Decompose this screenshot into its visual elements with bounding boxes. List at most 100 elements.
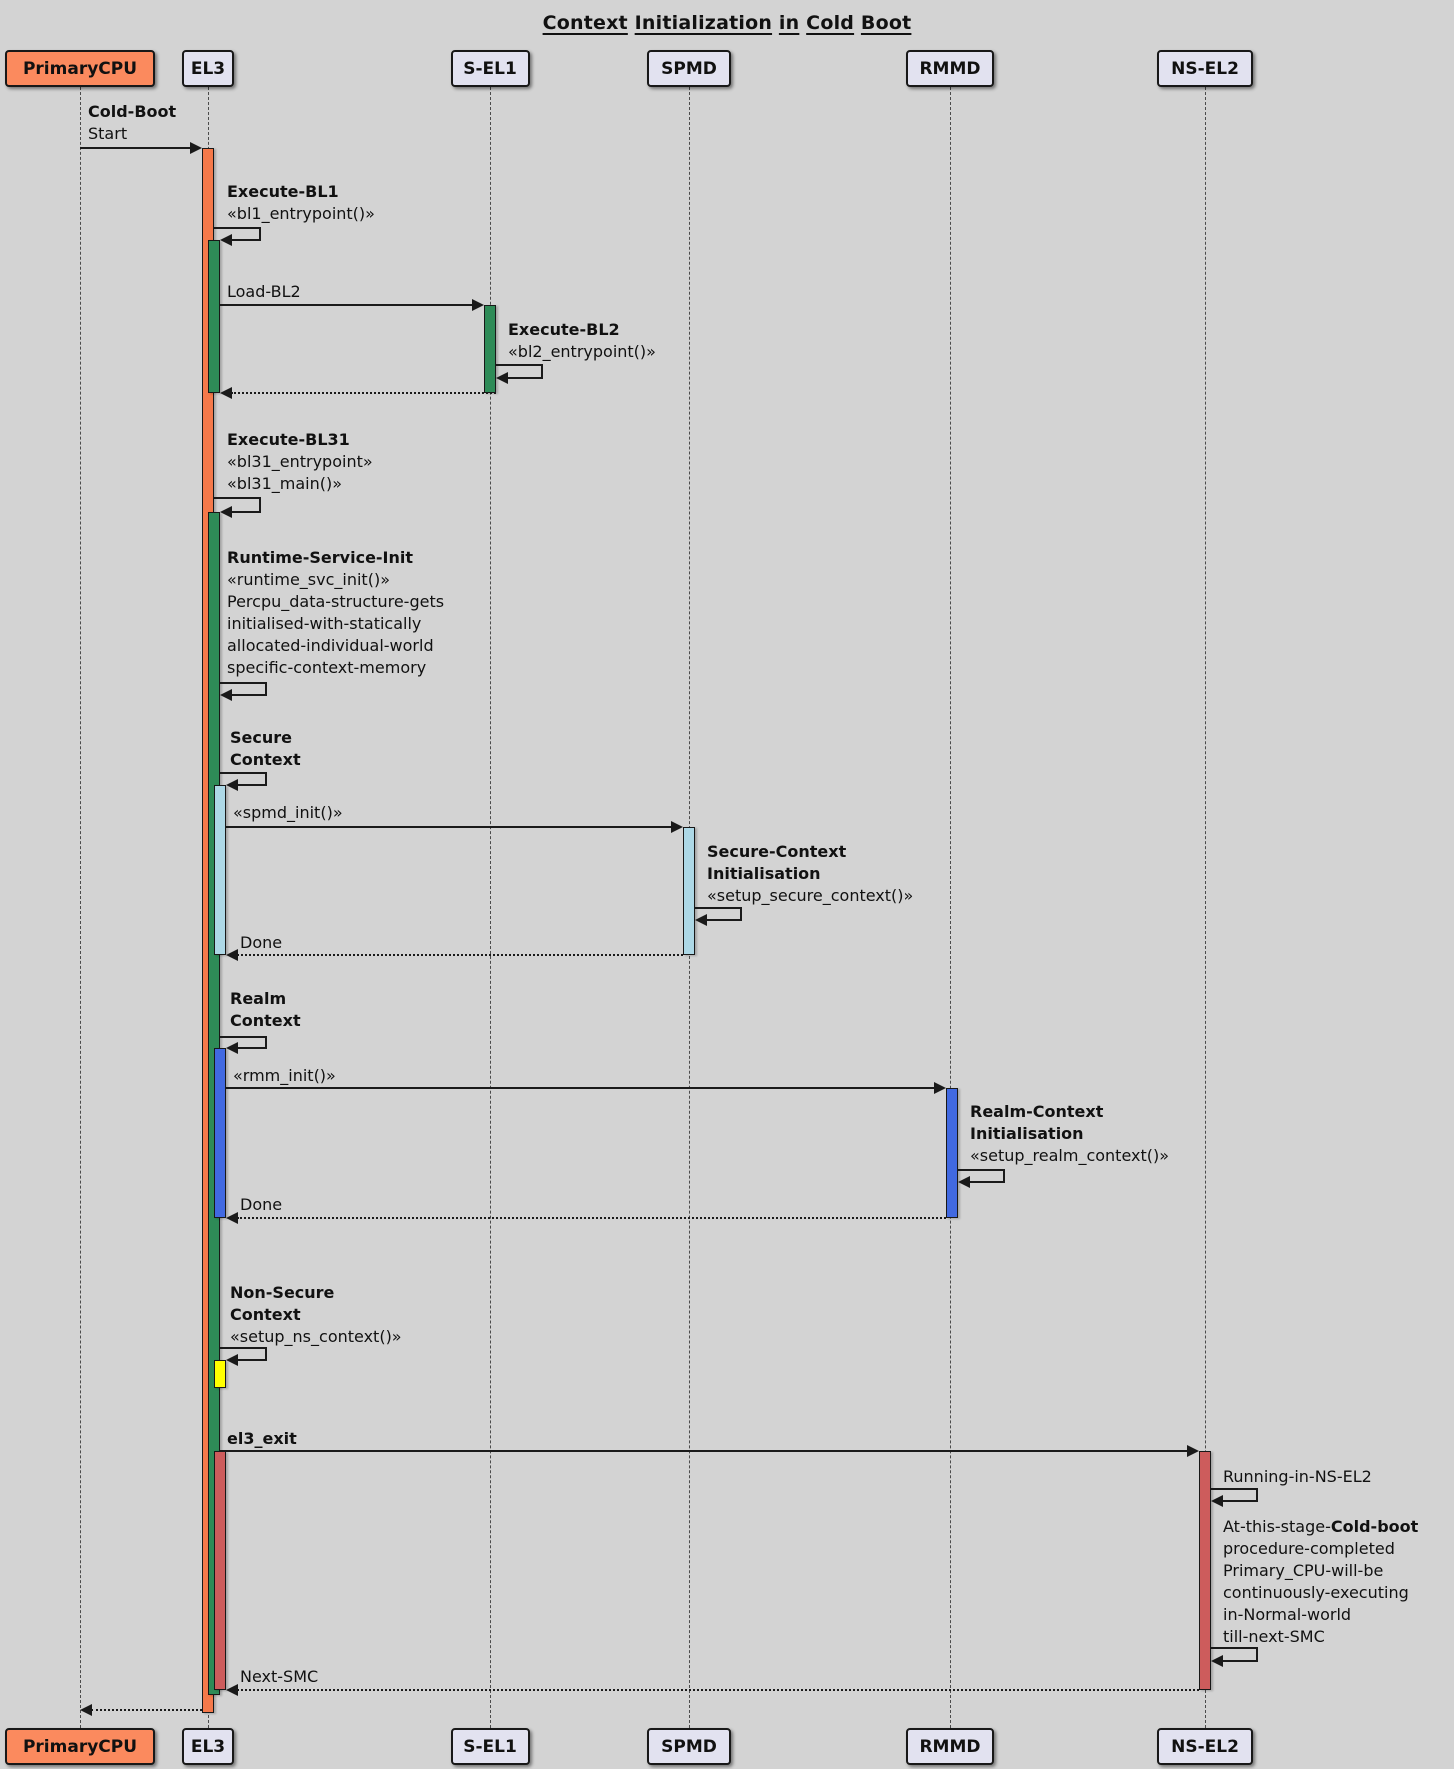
activation-el3-4: [214, 785, 226, 955]
arrowhead-execute-bl1: [220, 234, 232, 246]
message-label-line: Load-BL2: [227, 281, 301, 303]
label-segment: Initialisation: [970, 1124, 1084, 1143]
participant-label: S-EL1: [463, 59, 517, 79]
message-label-done-rmmd: Done: [240, 1194, 282, 1216]
message-label-line: in-Normal-world: [1223, 1604, 1418, 1626]
title-word: Initialization: [635, 12, 772, 34]
label-segment: Runtime-Service-Init: [227, 548, 413, 567]
message-label-line: «setup_ns_context()»: [230, 1326, 402, 1348]
label-segment: Realm: [230, 989, 286, 1008]
message-label-realm-context: Realm Context: [230, 988, 301, 1032]
participant-label: PrimaryCPU: [23, 1737, 137, 1757]
selfcall-bottom-execute-bl2: [507, 377, 543, 379]
label-segment: Execute-BL2: [508, 320, 620, 339]
message-label-line: Running-in-NS-EL2: [1223, 1466, 1372, 1488]
label-segment: Primary_CPU-will-be: [1223, 1561, 1383, 1580]
label-segment: «bl31_entrypoint»: [227, 452, 373, 471]
label-segment: Execute-BL1: [227, 182, 339, 201]
label-segment: continuously-executing: [1223, 1583, 1409, 1602]
message-label-line: Execute-BL1: [227, 181, 375, 203]
activation-el3-6: [214, 1048, 226, 1218]
arrowhead-realm-context-initialisation: [958, 1176, 970, 1188]
participant-label: SPMD: [661, 59, 717, 79]
activation-s-el1-2: [484, 305, 496, 393]
message-label-line: «setup_realm_context()»: [970, 1145, 1169, 1167]
label-segment: Secure: [230, 728, 292, 747]
selfcall-bottom-execute-bl1: [231, 239, 261, 241]
label-segment: «runtime_svc_init()»: [227, 570, 390, 589]
arrowhead-cold-boot-start: [190, 142, 202, 154]
label-segment: Initialisation: [707, 864, 821, 883]
participant-primarycpu-bottom: PrimaryCPU: [5, 1728, 155, 1765]
selfcall-bottom-execute-bl31: [231, 511, 261, 513]
participant-label: S-EL1: [463, 1737, 517, 1757]
participant-ns-el2-top: NS-EL2: [1157, 50, 1253, 87]
return-line-done-rmmd: [237, 1217, 946, 1219]
message-label-line: Secure: [230, 727, 301, 749]
label-segment: «bl31_main()»: [227, 474, 342, 493]
label-segment: Done: [240, 933, 282, 952]
arrowhead-done-rmmd: [226, 1212, 238, 1224]
message-label-line: initialised-with-statically: [227, 613, 444, 635]
message-label-line: el3_exit: [227, 1428, 297, 1450]
participant-label: NS-EL2: [1171, 1737, 1239, 1757]
arrowhead-spmd-init: [671, 821, 683, 833]
message-label-line: Next-SMC: [240, 1666, 318, 1688]
label-segment: Start: [88, 124, 127, 143]
message-label-line: At-this-stage-Cold-boot: [1223, 1516, 1418, 1538]
message-label-secure-context-initialisation: Secure-ContextInitialisation«setup_secur…: [707, 841, 913, 907]
participant-label: EL3: [191, 1737, 225, 1757]
label-segment: procedure-completed: [1223, 1539, 1395, 1558]
label-segment: Realm-Context: [970, 1102, 1103, 1121]
label-segment: Cold-Boot: [88, 102, 176, 121]
message-label-non-secure-context: Non-SecureContext«setup_ns_context()»: [230, 1282, 402, 1348]
message-label-line: Start: [88, 123, 176, 145]
arrowhead-rmm-init: [934, 1082, 946, 1094]
selfcall-top-execute-bl31: [214, 497, 261, 499]
message-line-load-bl2: [220, 304, 473, 306]
label-segment: specific-context-memory: [227, 658, 426, 677]
return-line-done-spmd: [237, 954, 683, 956]
label-segment: «rmm_init()»: [233, 1066, 336, 1085]
label-segment: Percpu_data-structure-gets: [227, 592, 444, 611]
message-line-spmd-init: [226, 826, 672, 828]
message-label-line: specific-context-memory: [227, 657, 444, 679]
message-label-line: Context: [230, 1010, 301, 1032]
message-label-line: Initialisation: [970, 1123, 1169, 1145]
return-line-return-to-primarycpu: [91, 1709, 202, 1711]
arrowhead-return-to-primarycpu: [80, 1704, 92, 1716]
message-label-spmd-init: «spmd_init()»: [233, 802, 343, 824]
arrowhead-realm-context: [226, 1042, 238, 1054]
selfcall-top-execute-bl2: [496, 364, 543, 366]
message-label-secure-context: Secure Context: [230, 727, 301, 771]
selfcall-top-realm-context: [220, 1036, 267, 1038]
label-segment: Done: [240, 1195, 282, 1214]
title-word: in: [779, 12, 799, 34]
label-segment: Execute-BL31: [227, 430, 350, 449]
label-segment: At-this-stage-: [1223, 1517, 1331, 1536]
message-label-rmm-init: «rmm_init()»: [233, 1065, 336, 1087]
arrowhead-execute-bl2: [496, 372, 508, 384]
arrowhead-return-bl2: [220, 387, 232, 399]
label-segment: «bl1_entrypoint()»: [227, 204, 375, 223]
message-line-el3-exit: [220, 1450, 1188, 1452]
message-label-cold-boot-completed-note: At-this-stage-Cold-bootprocedure-complet…: [1223, 1516, 1418, 1648]
message-label-line: «bl1_entrypoint()»: [227, 203, 375, 225]
selfcall-top-realm-context-initialisation: [958, 1169, 1005, 1171]
message-label-line: Realm-Context: [970, 1101, 1169, 1123]
label-segment: Secure-Context: [707, 842, 846, 861]
activation-el3-1: [208, 240, 220, 393]
message-label-load-bl2: Load-BL2: [227, 281, 301, 303]
message-label-line: Context: [230, 749, 301, 771]
selfcall-top-secure-context-initialisation: [695, 907, 742, 909]
label-segment: till-next-SMC: [1223, 1627, 1325, 1646]
label-segment: Context: [230, 1011, 301, 1030]
selfcall-bottom-runtime-service-init: [231, 694, 267, 696]
arrowhead-done-spmd: [226, 949, 238, 961]
message-label-line: continuously-executing: [1223, 1582, 1418, 1604]
arrowhead-secure-context-initialisation: [695, 914, 707, 926]
message-label-next-smc: Next-SMC: [240, 1666, 318, 1688]
arrowhead-load-bl2: [472, 299, 484, 311]
selfcall-bottom-secure-context: [237, 784, 267, 786]
message-label-done-spmd: Done: [240, 932, 282, 954]
